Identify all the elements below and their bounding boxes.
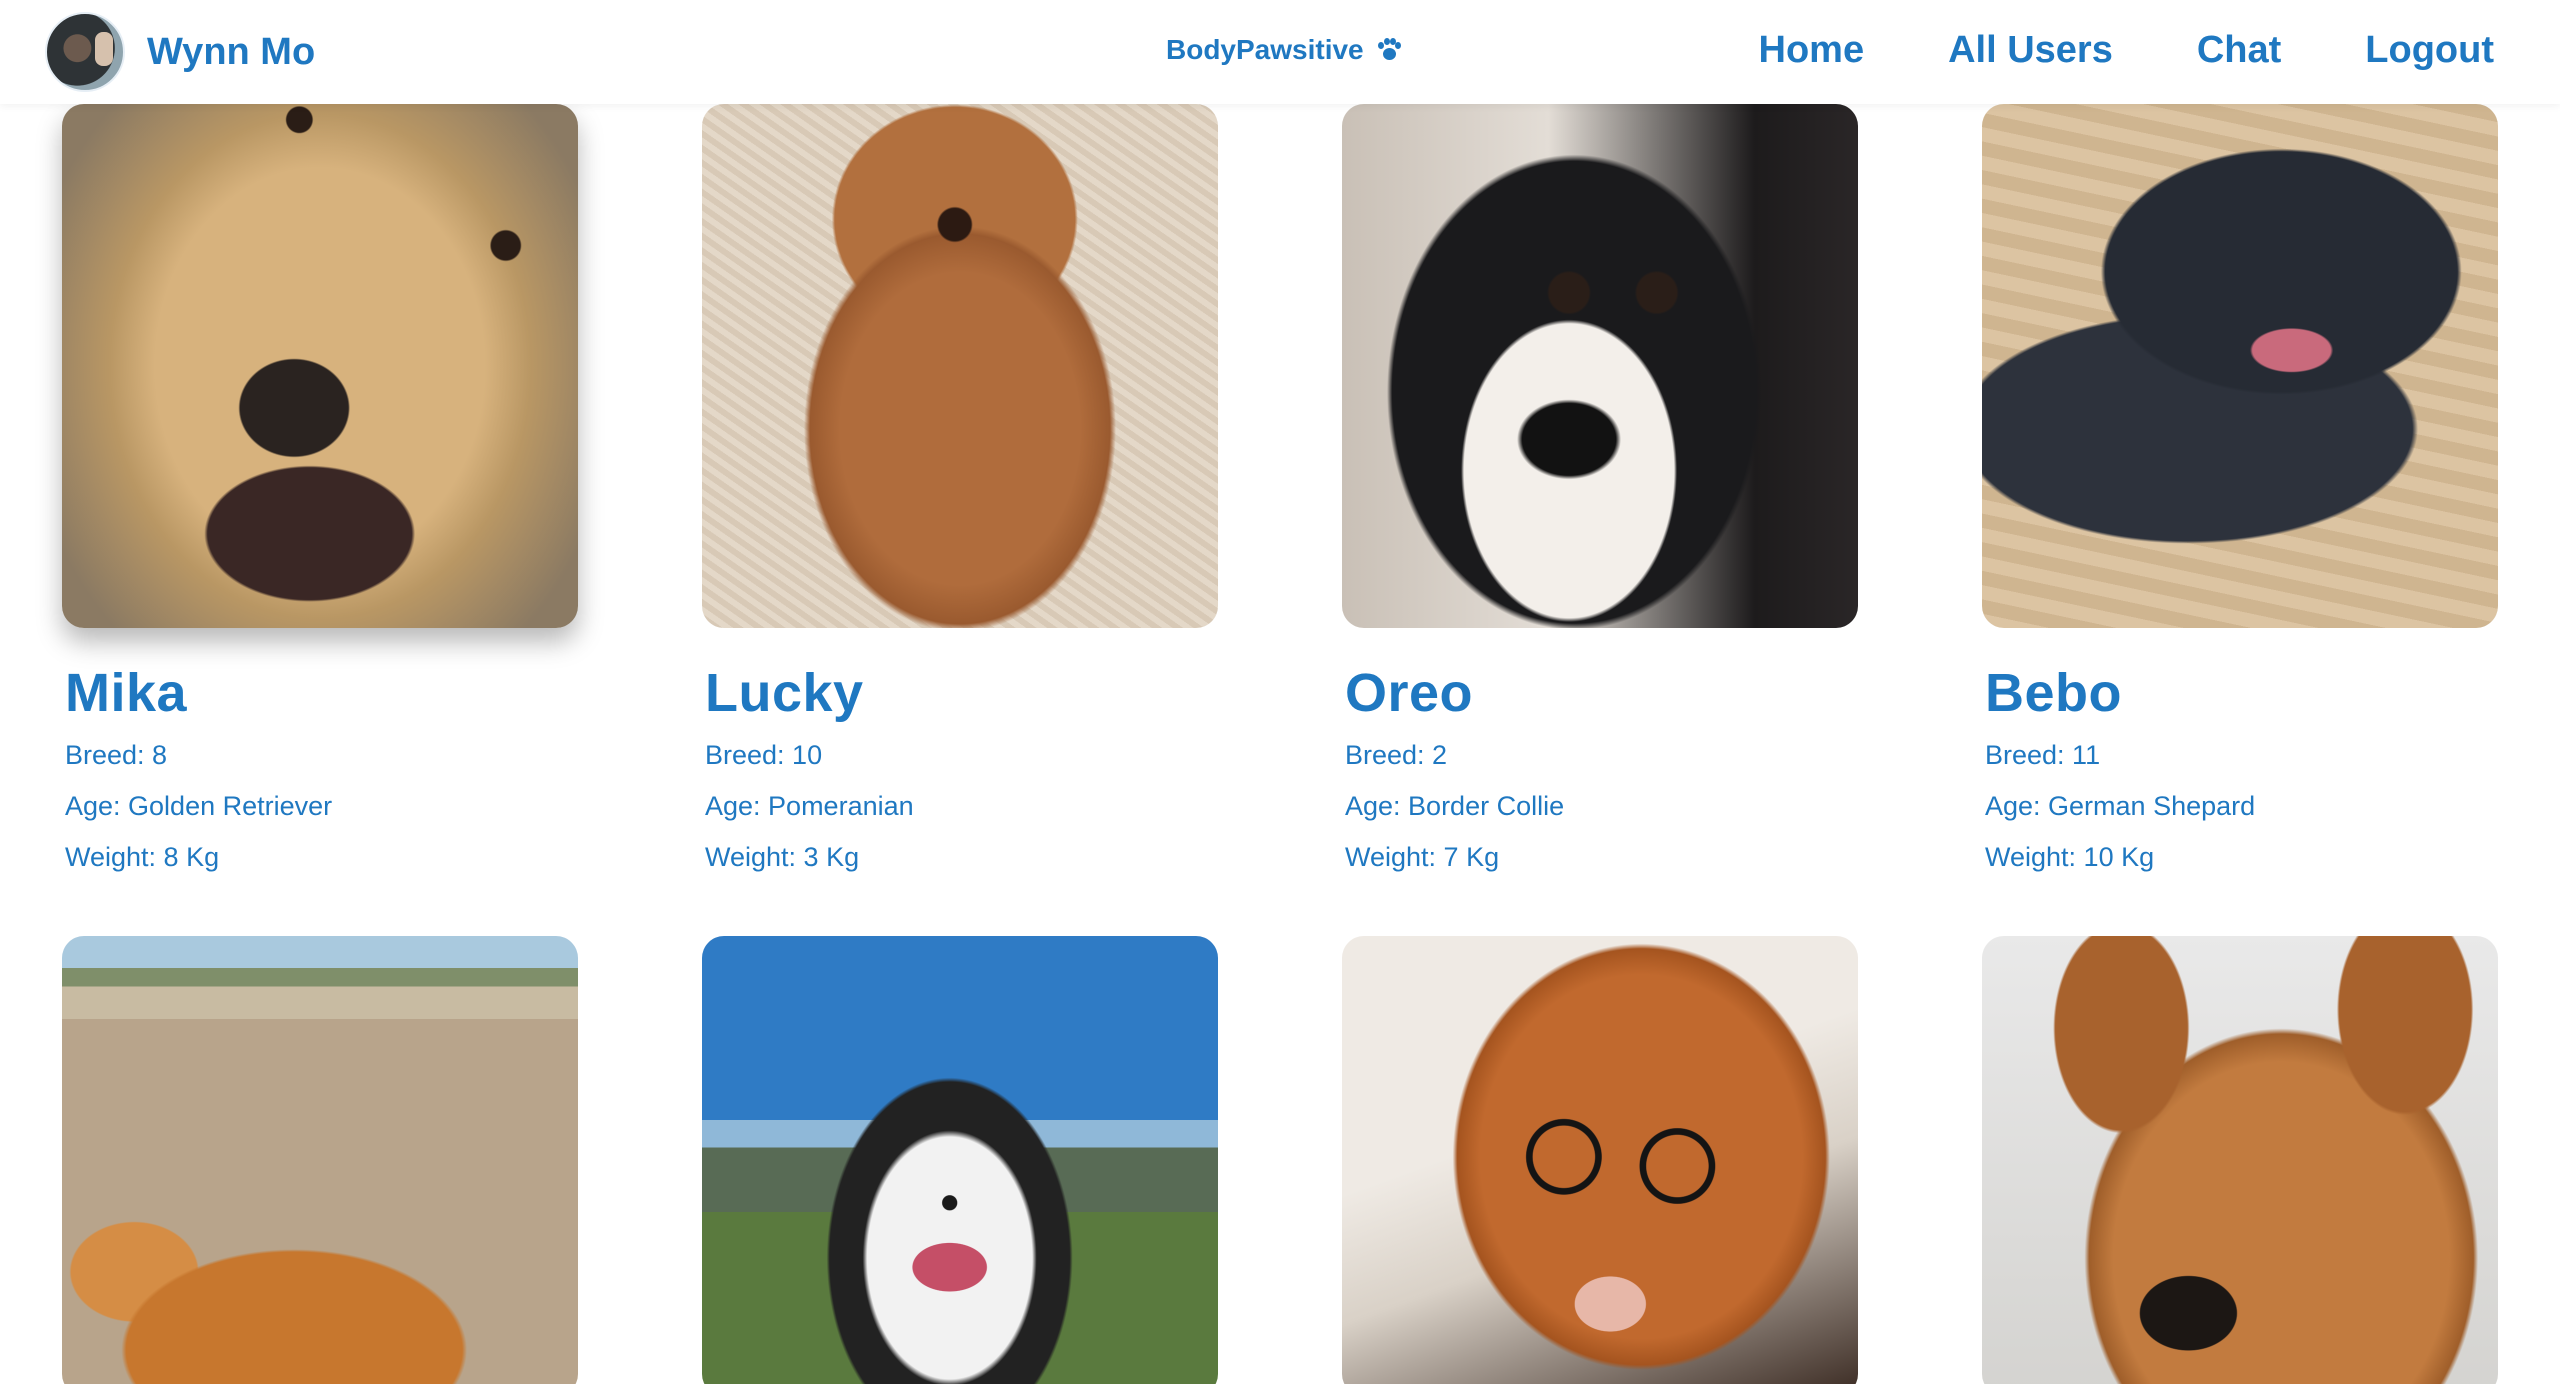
dog-name: Bebo	[1985, 663, 2122, 723]
dog-grid: Mika Breed: 8 Age: Golden Retriever Weig…	[0, 0, 2560, 1384]
brand-name[interactable]: BodyPawsitive	[1166, 34, 1364, 66]
user-profile-link[interactable]: Wynn Mo	[45, 10, 315, 94]
dog-weight: Weight: 10 Kg	[1985, 842, 2155, 872]
dog-card[interactable]: Lucky Breed: 10 Age: Pomeranian Weight: …	[702, 104, 1218, 873]
nav-chat[interactable]: Chat	[2197, 29, 2281, 72]
dog-breed: Breed: 10	[705, 740, 823, 770]
dog-photo[interactable]	[62, 104, 578, 628]
dog-photo[interactable]	[702, 936, 1218, 1384]
dog-age: Age: German Shepard	[1985, 791, 2256, 821]
navbar: Wynn Mo BodyPawsitive Home All Users Cha…	[0, 0, 2560, 104]
dog-age: Age: Golden Retriever	[65, 791, 333, 821]
dog-name: Oreo	[1345, 663, 1474, 723]
dog-weight: Weight: 7 Kg	[1345, 842, 1500, 872]
dog-photo[interactable]	[1342, 104, 1858, 628]
dog-card[interactable]	[1342, 936, 1858, 1384]
brand[interactable]: BodyPawsitive	[1166, 28, 1402, 72]
dog-card[interactable]: Oreo Breed: 2 Age: Border Collie Weight:…	[1342, 104, 1858, 873]
username[interactable]: Wynn Mo	[147, 31, 315, 74]
dog-photo[interactable]	[1342, 936, 1858, 1384]
dog-photo[interactable]	[702, 104, 1218, 628]
dog-name: Mika	[65, 663, 188, 723]
dog-card[interactable]	[1982, 936, 2498, 1384]
dog-card[interactable]: Mika Breed: 8 Age: Golden Retriever Weig…	[62, 104, 578, 873]
dog-age: Age: Pomeranian	[705, 791, 914, 821]
dog-card[interactable]	[62, 936, 578, 1384]
avatar[interactable]	[45, 12, 125, 92]
nav-home[interactable]: Home	[1759, 29, 1865, 72]
dog-age: Age: Border Collie	[1345, 791, 1565, 821]
dog-photo[interactable]	[1982, 104, 2498, 628]
dog-weight: Weight: 3 Kg	[705, 842, 860, 872]
dog-photo[interactable]	[62, 936, 578, 1384]
paw-icon	[1376, 37, 1402, 63]
dog-name: Lucky	[705, 663, 864, 723]
dog-breed: Breed: 8	[65, 740, 168, 770]
nav-all-users[interactable]: All Users	[1948, 29, 2113, 72]
dog-photo[interactable]	[1982, 936, 2498, 1384]
dog-breed: Breed: 11	[1985, 740, 2101, 770]
nav-links: Home All Users Chat Logout	[1675, 24, 2495, 76]
nav-logout[interactable]: Logout	[2365, 29, 2494, 72]
dog-card[interactable]	[702, 936, 1218, 1384]
dog-breed: Breed: 2	[1345, 740, 1448, 770]
dog-card[interactable]: Bebo Breed: 11 Age: German Shepard Weigh…	[1982, 104, 2498, 873]
dog-weight: Weight: 8 Kg	[65, 842, 220, 872]
